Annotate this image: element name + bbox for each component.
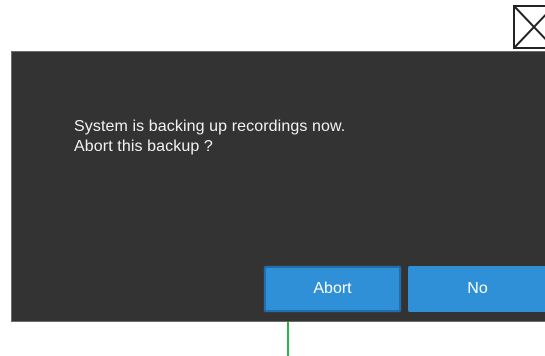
dialog-message-line-1: System is backing up recordings now. <box>74 118 346 135</box>
abort-button[interactable]: Abort <box>264 266 401 312</box>
dialog-message: System is backing up recordings now. Abo… <box>74 117 345 157</box>
abort-button-label: Abort <box>313 280 352 297</box>
focus-indicator-line <box>287 322 289 356</box>
backup-confirm-dialog: System is backing up recordings now. Abo… <box>11 51 545 322</box>
no-button[interactable]: No <box>408 266 545 312</box>
close-icon[interactable] <box>513 5 545 49</box>
no-button-label: No <box>467 280 488 297</box>
dialog-message-line-2: Abort this backup ? <box>74 138 213 155</box>
screen: System is backing up recordings now. Abo… <box>0 0 545 356</box>
